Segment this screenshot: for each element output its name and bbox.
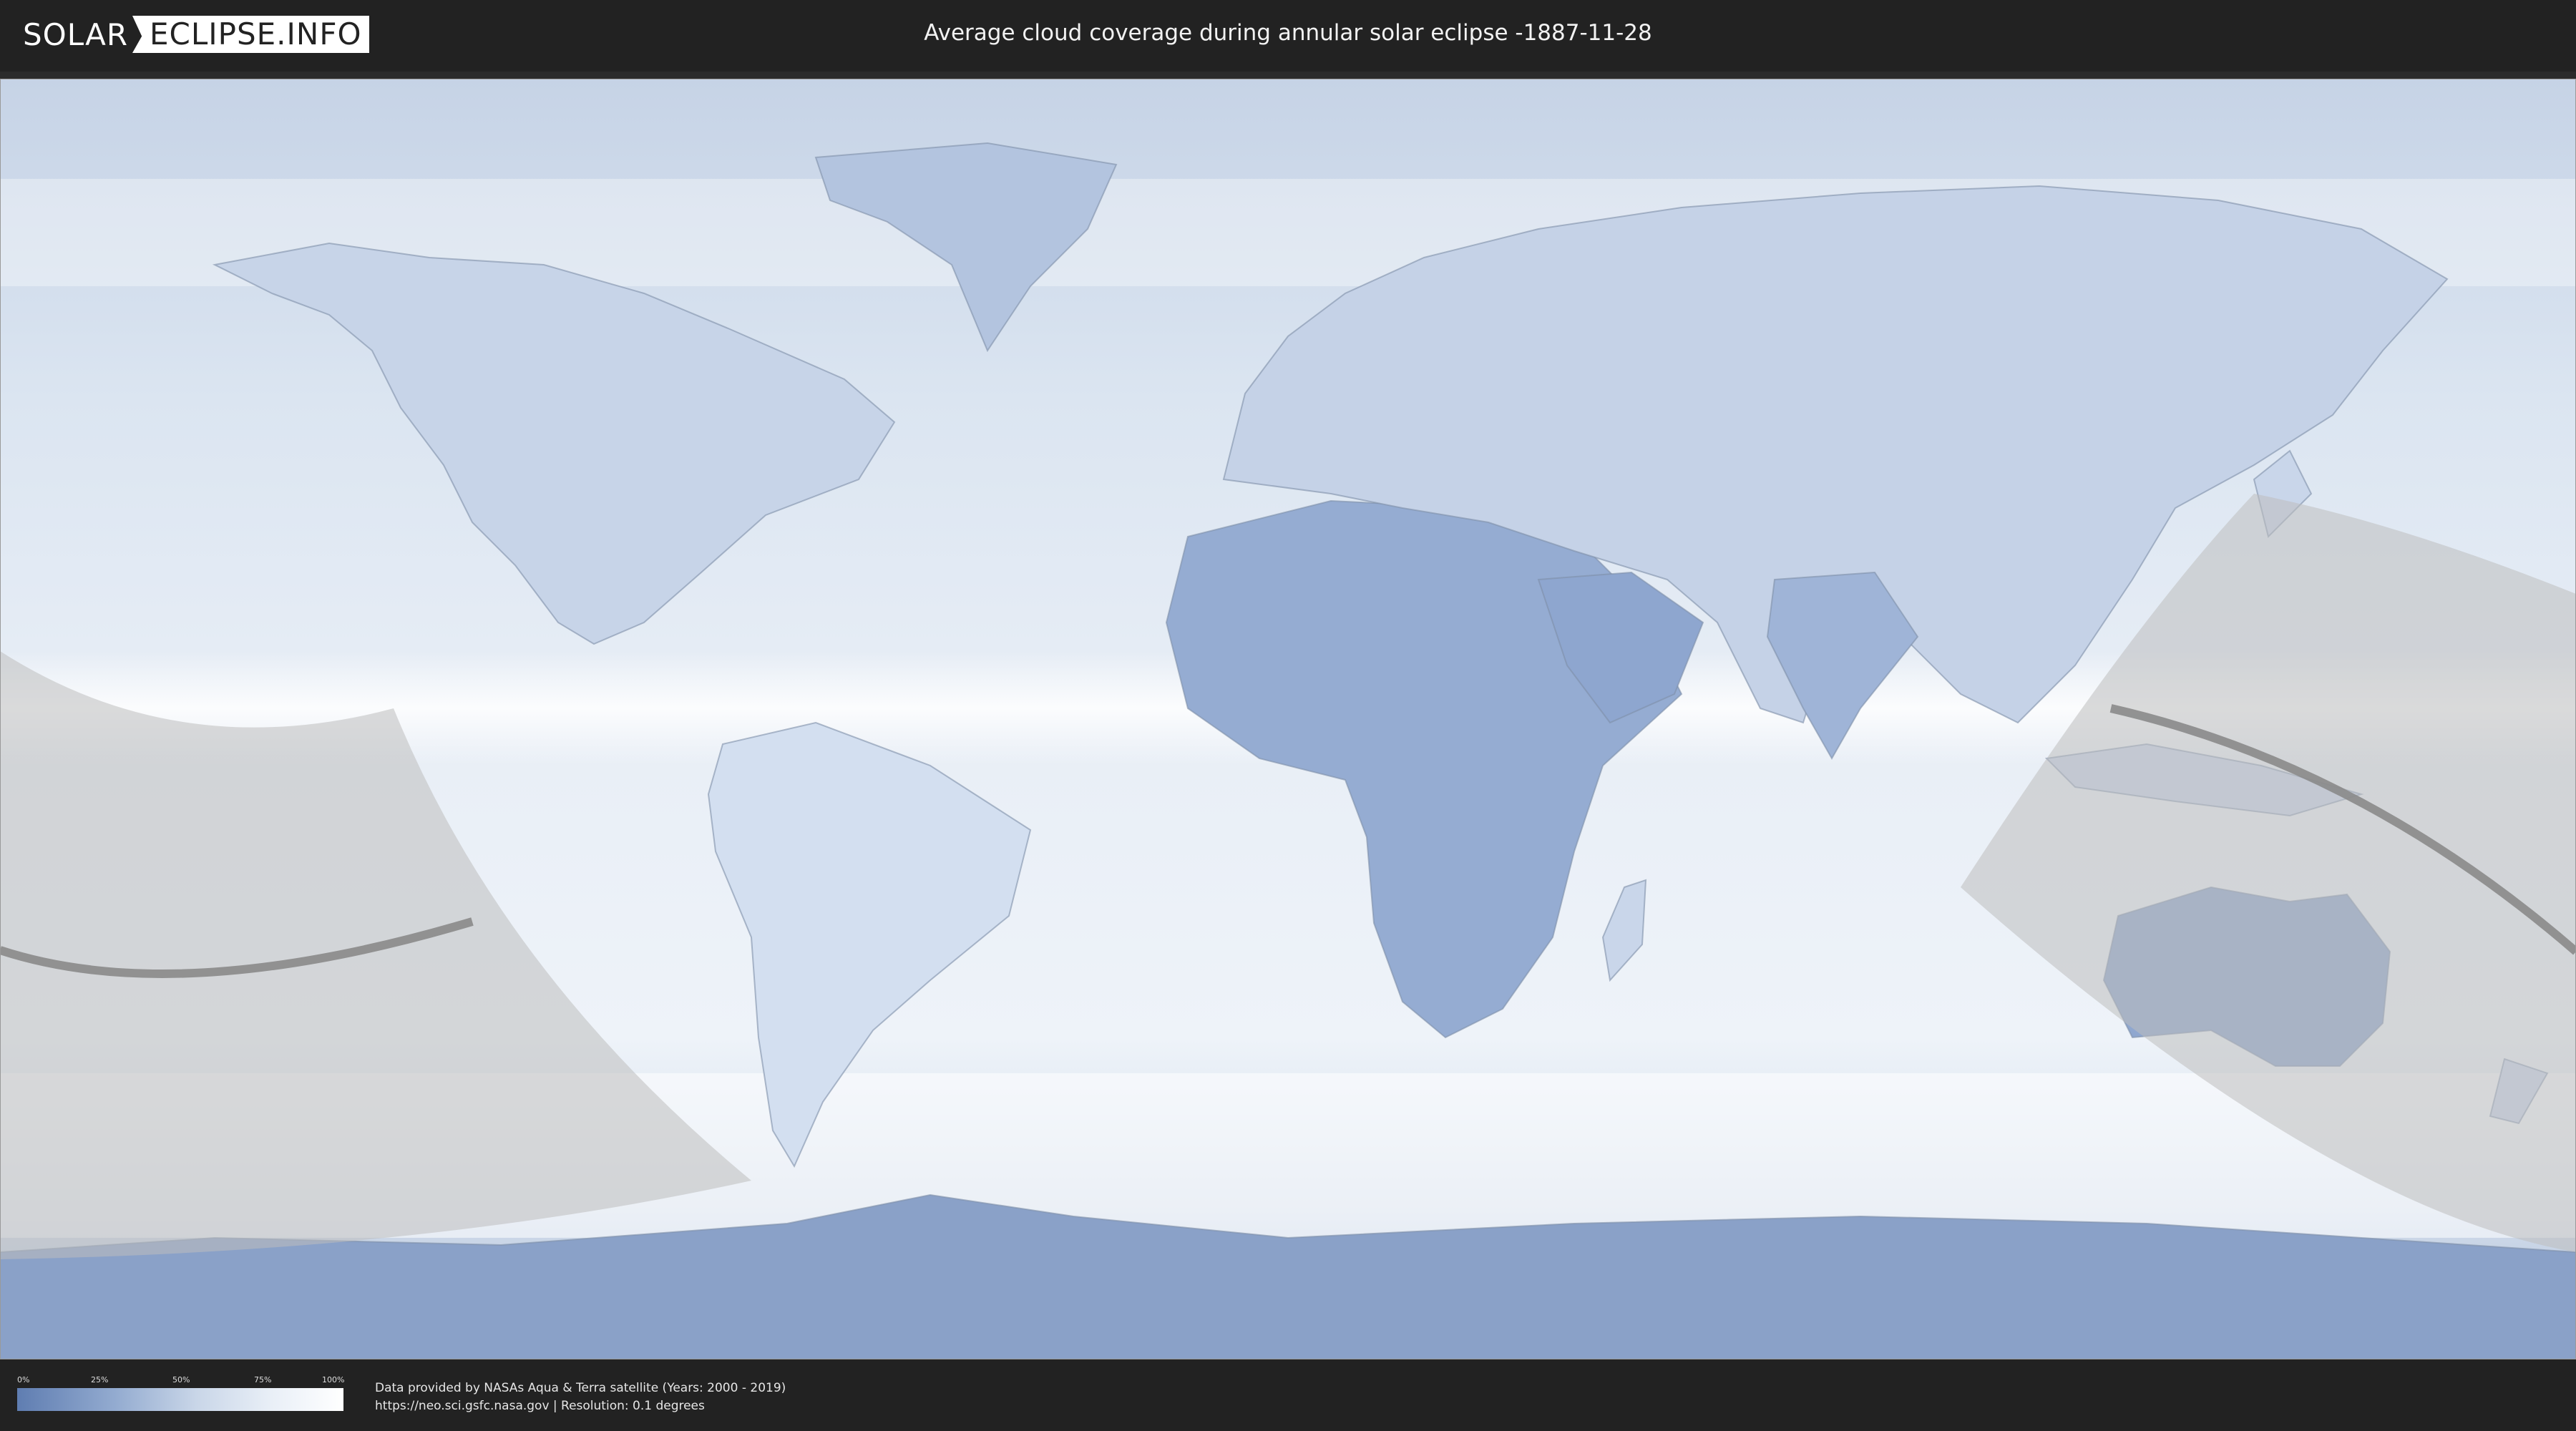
cloud-coverage-legend: 0% 25% 50% 75% 100%	[17, 1375, 345, 1411]
data-credits: Data provided by NASAs Aqua & Terra sate…	[375, 1379, 786, 1415]
legend-tick-100: 100%	[322, 1375, 345, 1384]
page-title: Average cloud coverage during annular so…	[924, 20, 1652, 46]
credit-url-resolution[interactable]: https://neo.sci.gsfc.nasa.gov | Resoluti…	[375, 1397, 786, 1415]
legend-ticks: 0% 25% 50% 75% 100%	[17, 1375, 345, 1388]
legend-color-bar	[17, 1388, 343, 1411]
legend-tick-0: 0%	[17, 1375, 30, 1384]
cloud-coverage-map	[0, 79, 2576, 1359]
legend-tick-50: 50%	[172, 1375, 190, 1384]
legend-tick-75: 75%	[254, 1375, 272, 1384]
credit-source: Data provided by NASAs Aqua & Terra sate…	[375, 1381, 786, 1395]
legend-tick-25: 25%	[91, 1375, 109, 1384]
header-bar: SOLAR ECLIPSE.INFO Average cloud coverag…	[0, 0, 2576, 72]
footer-bar: 0% 25% 50% 75% 100% Data provided by NAS…	[0, 1359, 2576, 1431]
